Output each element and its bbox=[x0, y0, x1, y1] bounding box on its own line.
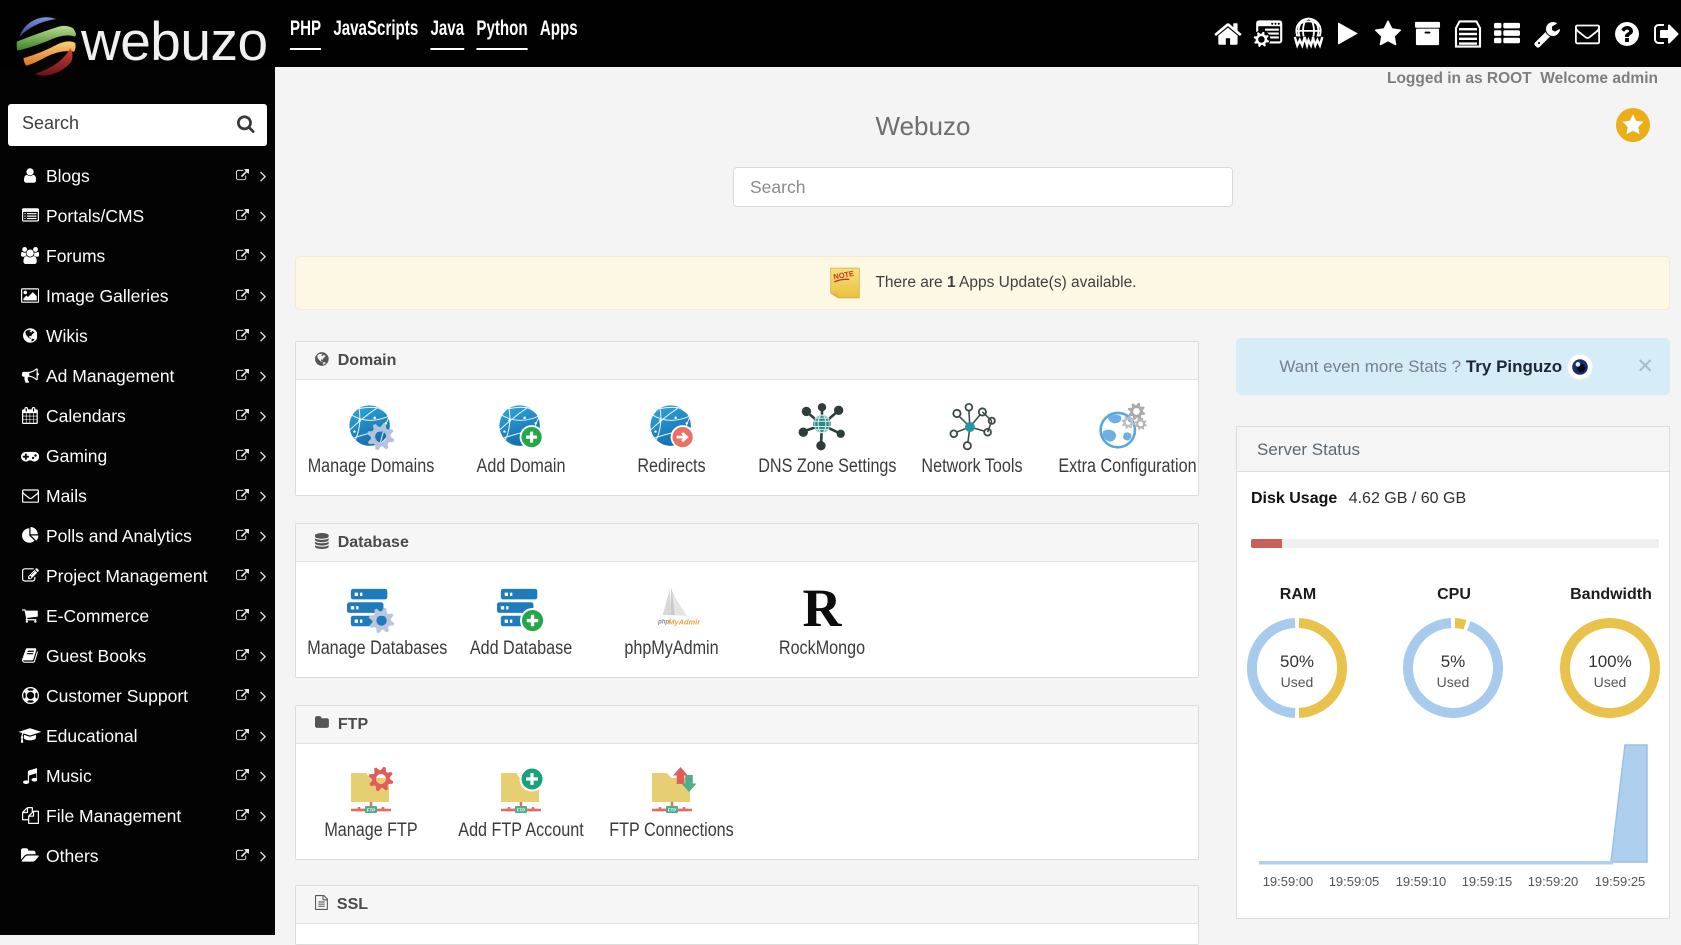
svg-text:FTP: FTP bbox=[517, 808, 526, 813]
svg-text:FTP: FTP bbox=[667, 808, 676, 813]
svg-text:FTP: FTP bbox=[367, 808, 376, 813]
svg-text:php: php bbox=[657, 619, 669, 625]
svg-text:MyAdmin: MyAdmin bbox=[668, 617, 700, 626]
